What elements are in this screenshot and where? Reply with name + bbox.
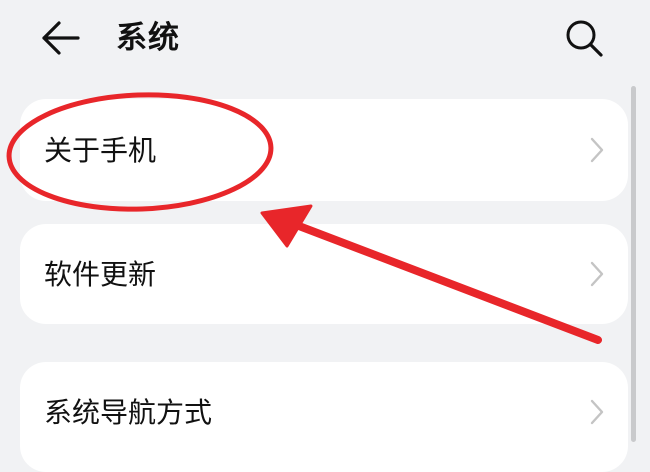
settings-item-software-update[interactable]: 软件更新 bbox=[20, 224, 628, 324]
arrow-left-icon bbox=[42, 21, 80, 55]
back-button[interactable] bbox=[38, 16, 90, 60]
chevron-right-icon bbox=[590, 261, 604, 287]
chevron-right-icon bbox=[590, 399, 604, 425]
search-button[interactable] bbox=[560, 14, 608, 62]
page-title: 系统 bbox=[116, 20, 180, 56]
settings-item-system-navigation[interactable]: 系统导航方式 bbox=[20, 362, 628, 472]
app-header: 系统 bbox=[0, 0, 650, 80]
settings-item-about-phone[interactable]: 关于手机 bbox=[20, 99, 628, 201]
settings-item-label: 关于手机 bbox=[44, 134, 157, 167]
search-icon bbox=[566, 20, 603, 57]
settings-item-label: 软件更新 bbox=[44, 258, 157, 291]
settings-item-label: 系统导航方式 bbox=[44, 396, 213, 429]
scrollbar[interactable] bbox=[631, 86, 636, 442]
chevron-right-icon bbox=[590, 137, 604, 163]
